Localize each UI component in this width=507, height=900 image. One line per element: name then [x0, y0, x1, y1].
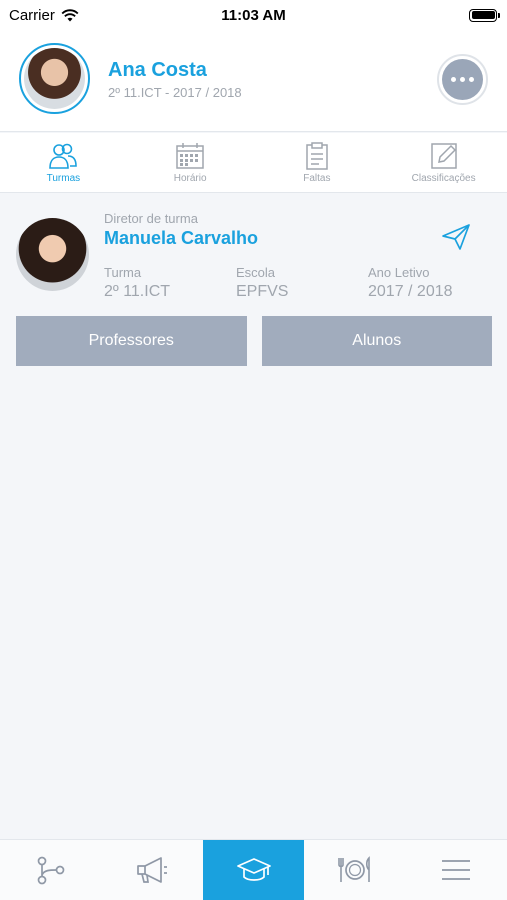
carrier-label: Carrier: [9, 6, 55, 24]
nav-menu[interactable]: [406, 840, 507, 900]
profile-header: Ana Costa 2º 11.ICT - 2017 / 2018: [0, 30, 507, 132]
graduation-cap-icon: [236, 858, 271, 881]
people-icon: [49, 143, 78, 169]
tab-label: Horário: [173, 173, 207, 184]
wifi-icon: [61, 8, 79, 21]
escola-label: Escola: [236, 265, 276, 280]
escola-value: EPFVS: [236, 283, 289, 300]
battery-icon: [469, 8, 500, 22]
tab-classificacoes[interactable]: Classificações: [380, 133, 507, 192]
professores-button[interactable]: Professores: [16, 316, 247, 366]
tab-label: Classificações: [411, 173, 476, 184]
turma-value: 2º 11.ICT: [104, 283, 171, 300]
ano-letivo-value: 2017 / 2018: [368, 283, 453, 300]
director-label: Diretor de turma: [104, 211, 198, 226]
megaphone-icon: [137, 857, 168, 883]
tab-faltas[interactable]: Faltas: [254, 133, 381, 192]
edit-icon: [430, 143, 457, 169]
more-options-button[interactable]: [437, 54, 488, 105]
alunos-button[interactable]: Alunos: [261, 316, 492, 366]
section-tabs: Turmas Horário Faltas Classificações: [0, 133, 507, 193]
menu-icon: [442, 860, 471, 880]
bottom-navigation: [0, 839, 507, 900]
user-name: Ana Costa: [108, 59, 207, 81]
tab-turmas[interactable]: Turmas: [0, 133, 127, 192]
ellipsis-icon: [442, 59, 483, 100]
calendar-icon: [176, 143, 204, 169]
action-buttons: Professores Alunos: [16, 316, 492, 366]
nav-classes[interactable]: [202, 840, 305, 900]
turma-label: Turma: [104, 265, 142, 280]
director-name[interactable]: Manuela Carvalho: [104, 228, 258, 249]
clipboard-icon: [306, 142, 328, 170]
tab-horario[interactable]: Horário: [127, 133, 254, 192]
plate-cutlery-icon: [338, 856, 370, 882]
tab-label: Faltas: [303, 173, 331, 184]
tab-label: Turmas: [46, 173, 81, 184]
user-avatar[interactable]: [19, 43, 90, 114]
send-message-icon[interactable]: [440, 222, 472, 252]
nav-canteen[interactable]: [304, 840, 405, 900]
user-class-year: 2º 11.ICT - 2017 / 2018: [108, 85, 242, 100]
share-icon: [37, 856, 65, 885]
ano-letivo-label: Ano Letivo: [368, 265, 430, 280]
status-bar: Carrier 11:03 AM: [0, 0, 507, 30]
director-avatar: [16, 218, 89, 291]
nav-announcements[interactable]: [101, 840, 202, 900]
nav-share[interactable]: [0, 840, 101, 900]
